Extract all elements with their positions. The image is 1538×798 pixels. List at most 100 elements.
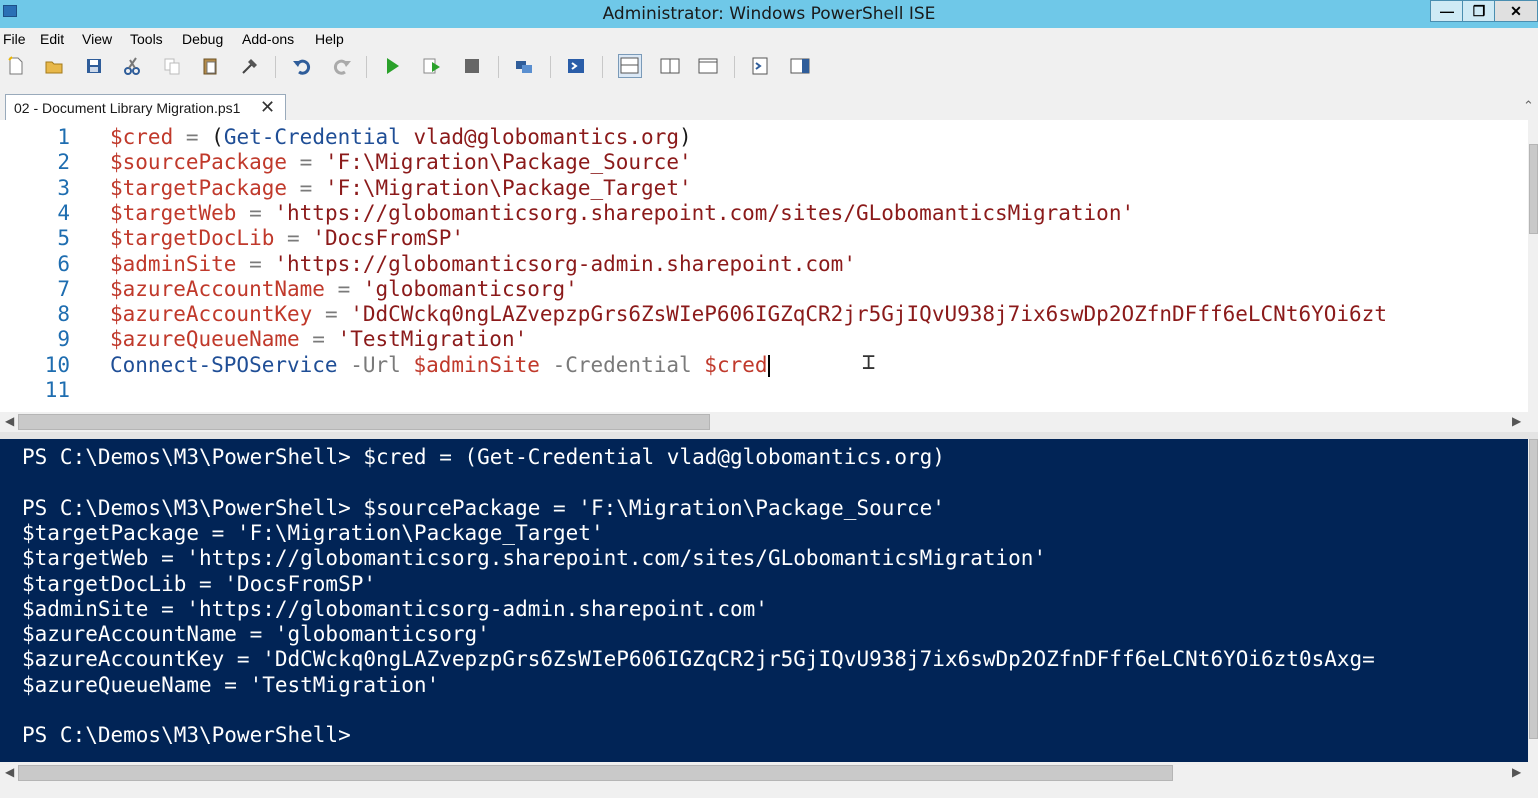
code-token: Connect-SPOService: [110, 352, 338, 377]
console-pane[interactable]: PS C:\Demos\M3\PowerShell> $cred = (Get-…: [0, 439, 1528, 762]
menu-help[interactable]: Help: [315, 31, 344, 47]
menu-add-ons[interactable]: Add-ons: [242, 31, 294, 47]
run-icon[interactable]: [382, 56, 402, 76]
line-number: 1: [57, 125, 70, 149]
run-selection-icon[interactable]: [422, 56, 442, 76]
code-token: $targetPackage: [110, 175, 288, 200]
menu-bar: File Edit View Tools Debug Add-ons Help: [0, 28, 1538, 50]
code-token: 'TestMigration': [337, 327, 528, 352]
console-line: $targetDocLib = 'DocsFromSP': [22, 571, 377, 596]
pane-splitter[interactable]: [0, 432, 1538, 439]
code-line: $cred = (Get-Credential vlad@globomantic…: [110, 125, 692, 149]
save-icon[interactable]: [84, 56, 104, 76]
console-line: $azureAccountName = 'globomanticsorg': [22, 622, 490, 647]
console-line: PS C:\Demos\M3\PowerShell> $sourcePackag…: [22, 495, 945, 520]
open-icon[interactable]: [44, 56, 64, 76]
code-token: 'https://globomanticsorg-admin.sharepoin…: [274, 251, 856, 276]
collapse-script-pane-icon[interactable]: ⌃: [1523, 98, 1534, 114]
stop-icon[interactable]: [462, 56, 482, 76]
menu-file[interactable]: File: [3, 31, 26, 47]
console-line: $adminSite = 'https://globomanticsorg-ad…: [22, 596, 768, 621]
window-title: Administrator: Windows PowerShell ISE: [602, 4, 936, 24]
code-token: =: [312, 302, 351, 327]
line-number: 6: [57, 251, 70, 276]
code-token: (: [211, 125, 224, 149]
line-number: 7: [57, 276, 70, 301]
scroll-right-icon[interactable]: ▶: [1512, 414, 1521, 428]
line-number: 4: [57, 200, 70, 225]
menu-debug[interactable]: Debug: [182, 31, 223, 47]
line-number: 2: [57, 150, 70, 175]
close-window-button[interactable]: ✕: [1494, 0, 1538, 22]
show-command-addon-icon[interactable]: [790, 56, 810, 76]
show-script-right-icon[interactable]: [660, 56, 680, 76]
editor-vertical-scroll-thumb[interactable]: [1529, 144, 1538, 234]
code-line: $azureQueueName = 'TestMigration': [110, 327, 527, 351]
script-tab[interactable]: 02 - Document Library Migration.ps1 ✕: [5, 94, 286, 122]
line-number-partial: [0, 403, 70, 411]
restore-icon: ❐: [1472, 3, 1486, 19]
paste-icon[interactable]: [200, 56, 220, 76]
code-token: vlad@globomantics.org: [413, 125, 679, 149]
code-token: -Url: [350, 352, 401, 377]
code-token: $azureQueueName: [110, 327, 300, 352]
scroll-left-icon[interactable]: ◀: [5, 414, 14, 428]
console-horizontal-scrollbar[interactable]: ◀ ▶: [0, 762, 1528, 784]
line-number: 11: [44, 378, 70, 402]
editor-horizontal-scrollbar[interactable]: ◀ ▶: [0, 412, 1528, 432]
menu-view[interactable]: View: [82, 31, 112, 47]
code-token: $adminSite: [110, 251, 237, 276]
script-tab-label: 02 - Document Library Migration.ps1: [14, 100, 241, 116]
line-number: 8: [57, 302, 70, 327]
code-token: =: [287, 175, 325, 200]
console-line: $targetWeb = 'https://globomanticsorg.sh…: [22, 546, 1047, 571]
cut-icon[interactable]: [122, 56, 142, 76]
start-powershell-icon[interactable]: [566, 56, 586, 76]
new-icon[interactable]: [6, 56, 26, 76]
undo-icon[interactable]: [292, 56, 312, 76]
code-token: 'F:\Migration\Package_Source': [324, 150, 692, 175]
toolbar: [0, 50, 1538, 84]
redo-icon[interactable]: [332, 56, 352, 76]
code-line: $targetDocLib = 'DocsFromSP': [110, 226, 464, 250]
menu-tools[interactable]: Tools: [130, 31, 163, 47]
show-script-max-icon[interactable]: [698, 56, 718, 76]
code-line: $azureAccountName = 'globomanticsorg': [110, 277, 578, 301]
minimize-icon: —: [1440, 3, 1454, 19]
code-token: Get-Credential: [223, 125, 401, 149]
close-tab-icon[interactable]: ✕: [260, 97, 275, 118]
console-scroll-right-icon[interactable]: ▶: [1512, 765, 1521, 779]
console-vertical-scrollbar[interactable]: [1528, 439, 1538, 762]
script-editor[interactable]: 1 $cred = (Get-Credential vlad@globomanti…: [0, 120, 1528, 412]
code-token: =: [324, 276, 363, 301]
code-token: 'DdCWckq0ngLAZvepzpGrs6ZsWIeP606IGZqCR2j…: [350, 302, 1387, 327]
show-script-top-icon[interactable]: [618, 54, 642, 78]
console-horizontal-scroll-thumb[interactable]: [18, 765, 1173, 781]
code-token: 'DocsFromSP': [312, 226, 465, 251]
code-token: $adminSite: [413, 352, 540, 377]
console-line: $azureQueueName = 'TestMigration': [22, 672, 440, 697]
console-line: PS C:\Demos\M3\PowerShell> $cred = (Get-…: [22, 445, 945, 469]
clear-icon[interactable]: [240, 56, 260, 76]
minimize-button[interactable]: —: [1430, 0, 1464, 22]
console-scroll-left-icon[interactable]: ◀: [5, 765, 14, 779]
copy-icon[interactable]: [162, 56, 182, 76]
show-commands-icon[interactable]: [750, 56, 770, 76]
remote-powershell-icon[interactable]: [514, 56, 534, 76]
code-line: $azureAccountKey = 'DdCWckq0ngLAZvepzpGr…: [110, 302, 1387, 326]
restore-button[interactable]: ❐: [1462, 0, 1496, 22]
menu-edit[interactable]: Edit: [40, 31, 64, 47]
code-token: =: [173, 125, 212, 149]
editor-horizontal-scroll-thumb[interactable]: [18, 414, 710, 430]
code-line: $targetWeb = 'https://globomanticsorg.sh…: [110, 201, 1134, 225]
code-token: 'F:\Migration\Package_Target': [324, 175, 692, 200]
code-token: =: [274, 226, 313, 251]
code-token: $cred: [704, 352, 768, 377]
code-token: $targetWeb: [110, 200, 237, 225]
console-vertical-scroll-thumb[interactable]: [1529, 439, 1538, 739]
line-number: 5: [57, 226, 70, 251]
editor-vertical-scrollbar[interactable]: [1528, 120, 1538, 412]
